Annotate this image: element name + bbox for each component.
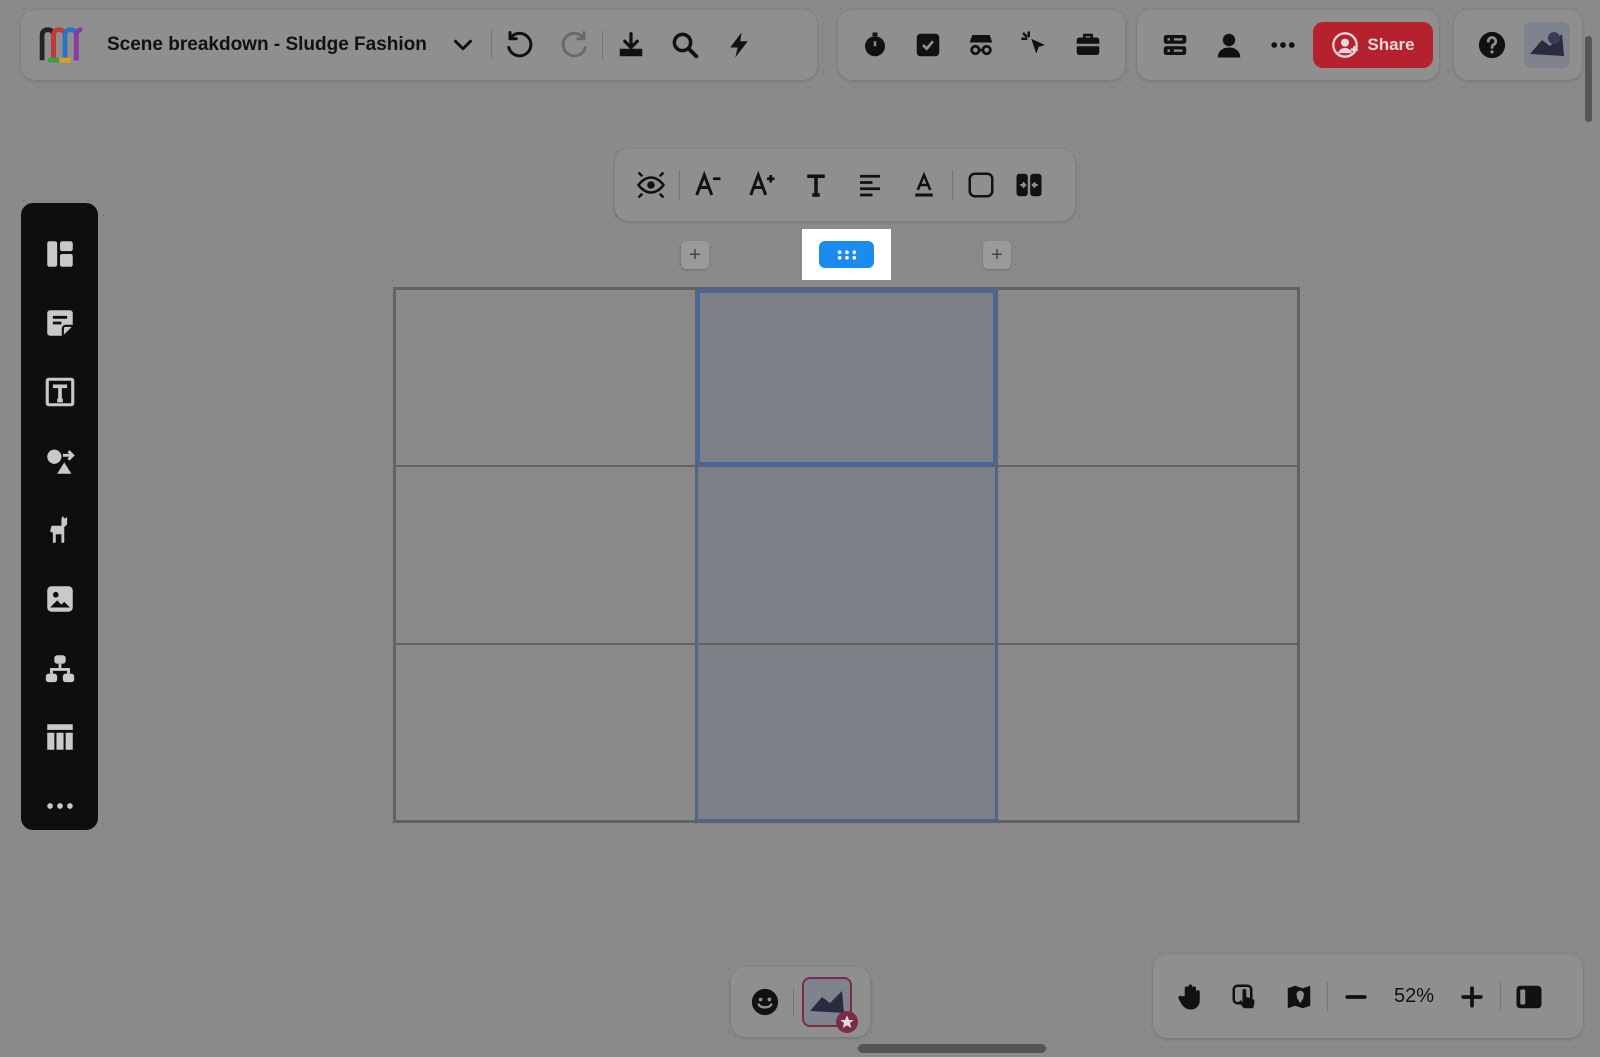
- star-icon: [836, 1011, 858, 1033]
- table-cell[interactable]: [395, 643, 696, 821]
- sticky-note-icon[interactable]: [30, 288, 90, 357]
- align-left-icon[interactable]: [850, 165, 890, 205]
- table-cell[interactable]: [997, 643, 1298, 821]
- share-label: Share: [1367, 35, 1415, 54]
- divider: [679, 170, 680, 200]
- panel-toggle-icon[interactable]: [1509, 977, 1549, 1017]
- font-size-increase-icon[interactable]: [742, 165, 782, 205]
- table-cell-selected[interactable]: [696, 466, 997, 644]
- lightning-icon[interactable]: [719, 25, 759, 65]
- divider: [1327, 981, 1328, 1012]
- mindmap-icon[interactable]: [30, 633, 90, 702]
- table[interactable]: [393, 287, 1300, 823]
- table-cell-selected[interactable]: [696, 643, 997, 821]
- list-icon[interactable]: [1155, 25, 1195, 65]
- more-tools-icon[interactable]: [30, 771, 90, 840]
- help-icon[interactable]: [1472, 25, 1512, 65]
- add-column-right-button[interactable]: +: [983, 241, 1011, 269]
- focus-view-icon[interactable]: [631, 165, 671, 205]
- column-drag-handle[interactable]: [819, 241, 874, 268]
- board-actions-panel: Share: [1137, 10, 1439, 80]
- image-icon[interactable]: [30, 564, 90, 633]
- templates-icon[interactable]: [30, 219, 90, 288]
- redo-icon[interactable]: [554, 25, 594, 65]
- checkbox-icon[interactable]: [908, 25, 948, 65]
- user-avatar-badge[interactable]: [802, 977, 858, 1033]
- text-icon[interactable]: [30, 357, 90, 426]
- font-size-decrease-icon[interactable]: [688, 165, 728, 205]
- zoom-in-icon[interactable]: [1452, 977, 1492, 1017]
- share-button[interactable]: Share: [1313, 22, 1433, 68]
- collaboration-tools-panel: [838, 10, 1125, 80]
- left-toolbar: [21, 203, 98, 830]
- reactions-panel: [731, 967, 870, 1037]
- add-user-icon: [1332, 32, 1359, 58]
- zoom-panel: 52%: [1153, 955, 1583, 1038]
- touch-icon[interactable]: [1225, 977, 1265, 1017]
- table-cell[interactable]: [395, 289, 696, 467]
- divider: [952, 170, 953, 200]
- user-icon[interactable]: [1209, 25, 1249, 65]
- emoji-icon[interactable]: [745, 982, 785, 1022]
- shapes-icon[interactable]: [30, 426, 90, 495]
- divider: [1500, 981, 1501, 1012]
- cursor-icon[interactable]: [1015, 25, 1055, 65]
- text-color-icon[interactable]: [904, 165, 944, 205]
- miro-logo-icon[interactable]: [37, 25, 89, 65]
- undo-icon[interactable]: [500, 25, 540, 65]
- map-icon[interactable]: [1279, 977, 1319, 1017]
- divider: [601, 30, 603, 60]
- hand-tool-icon[interactable]: [1171, 977, 1211, 1017]
- cell-fill-icon[interactable]: [961, 165, 1001, 205]
- font-style-icon[interactable]: [796, 165, 836, 205]
- horizontal-scrollbar[interactable]: [858, 1044, 1046, 1053]
- zoom-out-icon[interactable]: [1336, 977, 1376, 1017]
- table-cell[interactable]: [997, 466, 1298, 644]
- merge-cells-icon[interactable]: [1009, 165, 1049, 205]
- zoom-level[interactable]: 52%: [1376, 985, 1452, 1008]
- more-icon[interactable]: [1263, 25, 1303, 65]
- account-panel: [1454, 10, 1582, 80]
- download-icon[interactable]: [611, 25, 651, 65]
- table-cell[interactable]: [395, 466, 696, 644]
- toolbox-icon[interactable]: [1068, 25, 1108, 65]
- table-cell[interactable]: [997, 289, 1298, 467]
- board-header-panel: Scene breakdown - Sludge Fashion: [21, 10, 817, 80]
- search-icon[interactable]: [665, 25, 705, 65]
- timer-icon[interactable]: [855, 25, 895, 65]
- llama-icon[interactable]: [30, 495, 90, 564]
- avatar[interactable]: [1524, 22, 1570, 68]
- divider: [490, 30, 492, 60]
- table-icon[interactable]: [30, 702, 90, 771]
- table-format-toolbar: [615, 149, 1075, 221]
- table-cell-selected[interactable]: [696, 289, 997, 467]
- incognito-icon[interactable]: [961, 25, 1001, 65]
- add-column-left-button[interactable]: +: [681, 241, 709, 269]
- chevron-down-icon[interactable]: [443, 25, 483, 65]
- vertical-scrollbar[interactable]: [1585, 36, 1592, 122]
- board-title[interactable]: Scene breakdown - Sludge Fashion: [107, 34, 427, 56]
- column-handle-highlight: [802, 229, 891, 280]
- divider: [793, 987, 794, 1017]
